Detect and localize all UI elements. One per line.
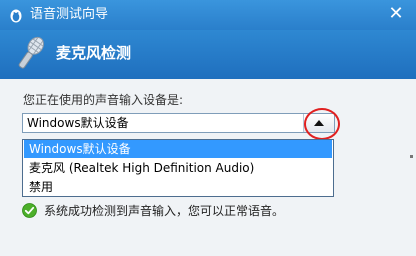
- selected-device-value: Windows默认设备: [27, 116, 129, 130]
- highlight-circle: [304, 108, 340, 140]
- microphone-icon: [18, 36, 44, 69]
- close-button[interactable]: ✕: [386, 4, 406, 24]
- device-dropdown-list: Windows默认设备 麦克风 (Realtek High Definition…: [22, 139, 334, 197]
- page-title: 麦克风检测: [56, 44, 132, 62]
- status-message: 系统成功检测到声音输入，您可以正常语音。: [22, 203, 352, 219]
- check-circle-icon: [22, 203, 37, 218]
- window-title: 语音测试向导: [30, 7, 109, 22]
- title-bar: 语音测试向导 ✕: [0, 0, 416, 30]
- voice-test-wizard-window: 语音测试向导 ✕ 麦克风检测 您正在使用的声音输入设备是: Windows默认设…: [0, 0, 416, 256]
- input-device-select[interactable]: Windows默认设备: [22, 113, 335, 133]
- status-text: 系统成功检测到声音输入，您可以正常语音。: [44, 204, 285, 218]
- dropdown-option-realtek-mic[interactable]: 麦克风 (Realtek High Definition Audio): [24, 159, 332, 177]
- penguin-icon: [10, 9, 22, 23]
- window-edge-mark: [410, 155, 413, 158]
- dropdown-option-windows-default[interactable]: Windows默认设备: [24, 140, 332, 158]
- dropdown-option-disabled[interactable]: 禁用: [24, 178, 332, 196]
- input-device-label: 您正在使用的声音输入设备是:: [23, 93, 184, 107]
- header-banner: 麦克风检测: [0, 30, 416, 79]
